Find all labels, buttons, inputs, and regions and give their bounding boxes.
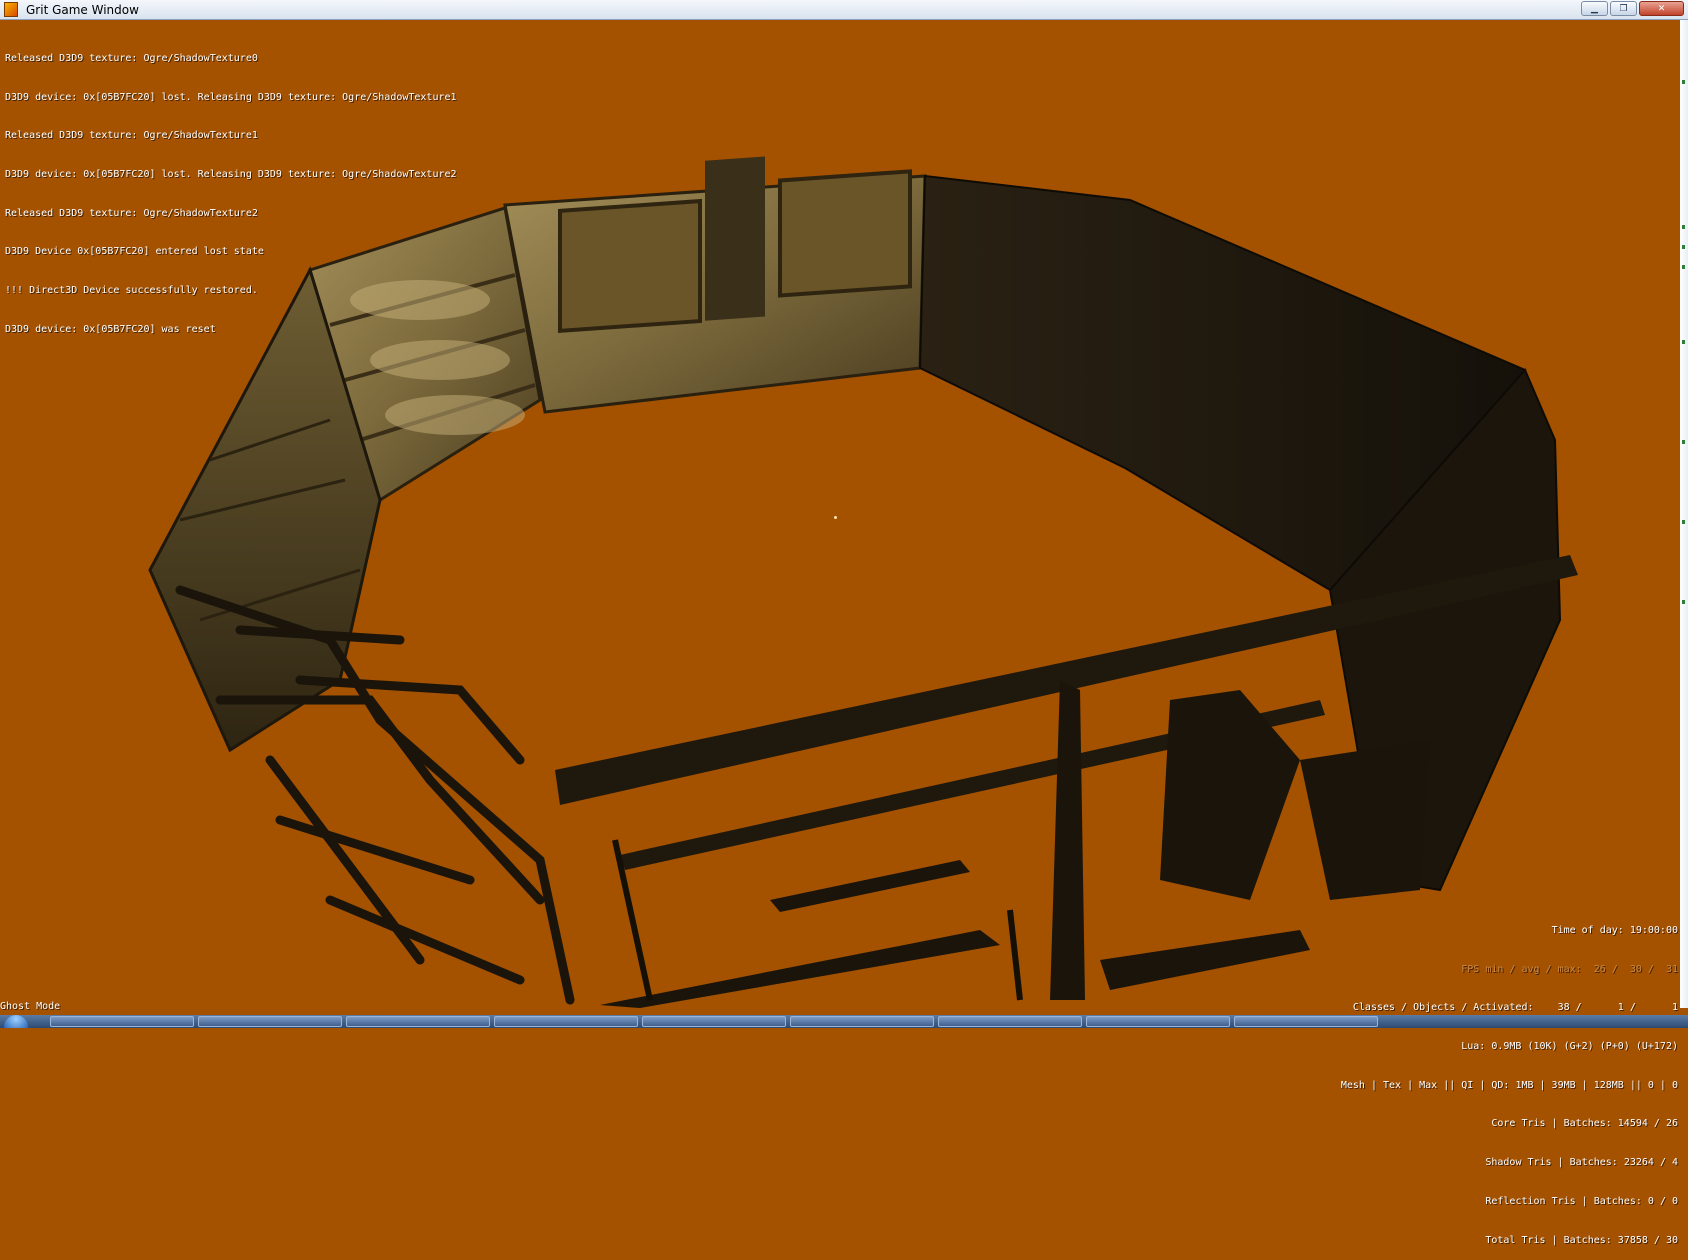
taskbar-button[interactable]: [1234, 1016, 1378, 1027]
taskbar-button[interactable]: [790, 1016, 934, 1027]
taskbar-button[interactable]: [1086, 1016, 1230, 1027]
windows-start-orb[interactable]: [4, 1015, 28, 1028]
reflection-tris: Reflection Tris | Batches: 0 / 0: [1485, 1195, 1678, 1207]
grit-app-icon: [4, 2, 18, 17]
window-right-edge: [1680, 20, 1688, 1008]
taskbar-button[interactable]: [642, 1016, 786, 1027]
console-log: Released D3D9 texture: Ogre/ShadowTextur…: [5, 27, 457, 350]
taskbar-button[interactable]: [346, 1016, 490, 1027]
mesh-tex-memory: Mesh | Tex | Max || QI | QD: 1MB | 39MB …: [1340, 1079, 1678, 1091]
shadow-tris: Shadow Tris | Batches: 23264 / 4: [1485, 1157, 1678, 1169]
console-line: D3D9 Device 0x[05B7FC20] entered lost st…: [5, 246, 264, 258]
core-tris: Core Tris | Batches: 14594 / 26: [1491, 1118, 1678, 1130]
window-controls: ▁ ❐ ✕: [1581, 1, 1684, 16]
console-line: Released D3D9 texture: Ogre/ShadowTextur…: [5, 207, 258, 219]
window-titlebar[interactable]: Grit Game Window ▁ ❐ ✕: [0, 0, 1688, 20]
window-title: Grit Game Window: [26, 3, 139, 17]
lua-memory: Lua: 0.9MB (10K) (G+2) (P+0) (U+172): [1461, 1040, 1678, 1052]
total-tris: Total Tris | Batches: 37858 / 30: [1485, 1234, 1678, 1246]
console-line: D3D9 device: 0x[05B7FC20] was reset: [5, 323, 216, 335]
taskbar: [0, 1015, 1688, 1028]
taskbar-button[interactable]: [494, 1016, 638, 1027]
console-line: !!! Direct3D Device successfully restore…: [5, 285, 258, 297]
close-button[interactable]: ✕: [1639, 1, 1684, 16]
crosshair-icon: [834, 516, 837, 519]
taskbar-button[interactable]: [50, 1016, 194, 1027]
fps-readout: FPS min / avg / max: 26 / 30 / 31: [1461, 963, 1678, 975]
console-line: D3D9 device: 0x[05B7FC20] lost. Releasin…: [5, 91, 457, 103]
console-line: Released D3D9 texture: Ogre/ShadowTextur…: [5, 130, 258, 142]
stats-overlay: Time of day: 19:00:00 FPS min / avg / ma…: [1078, 899, 1678, 1260]
taskbar-button[interactable]: [198, 1016, 342, 1027]
taskbar-button[interactable]: [938, 1016, 1082, 1027]
classes-objects: Classes / Objects / Activated: 38 / 1 / …: [1352, 1002, 1678, 1014]
time-of-day: Time of day: 19:00:00: [1551, 924, 1678, 936]
minimize-button[interactable]: ▁: [1581, 1, 1608, 16]
maximize-button[interactable]: ❐: [1610, 1, 1637, 16]
console-line: D3D9 device: 0x[05B7FC20] lost. Releasin…: [5, 168, 457, 180]
camera-mode-label: Ghost Mode: [0, 1001, 61, 1012]
console-line: Released D3D9 texture: Ogre/ShadowTextur…: [5, 52, 258, 64]
